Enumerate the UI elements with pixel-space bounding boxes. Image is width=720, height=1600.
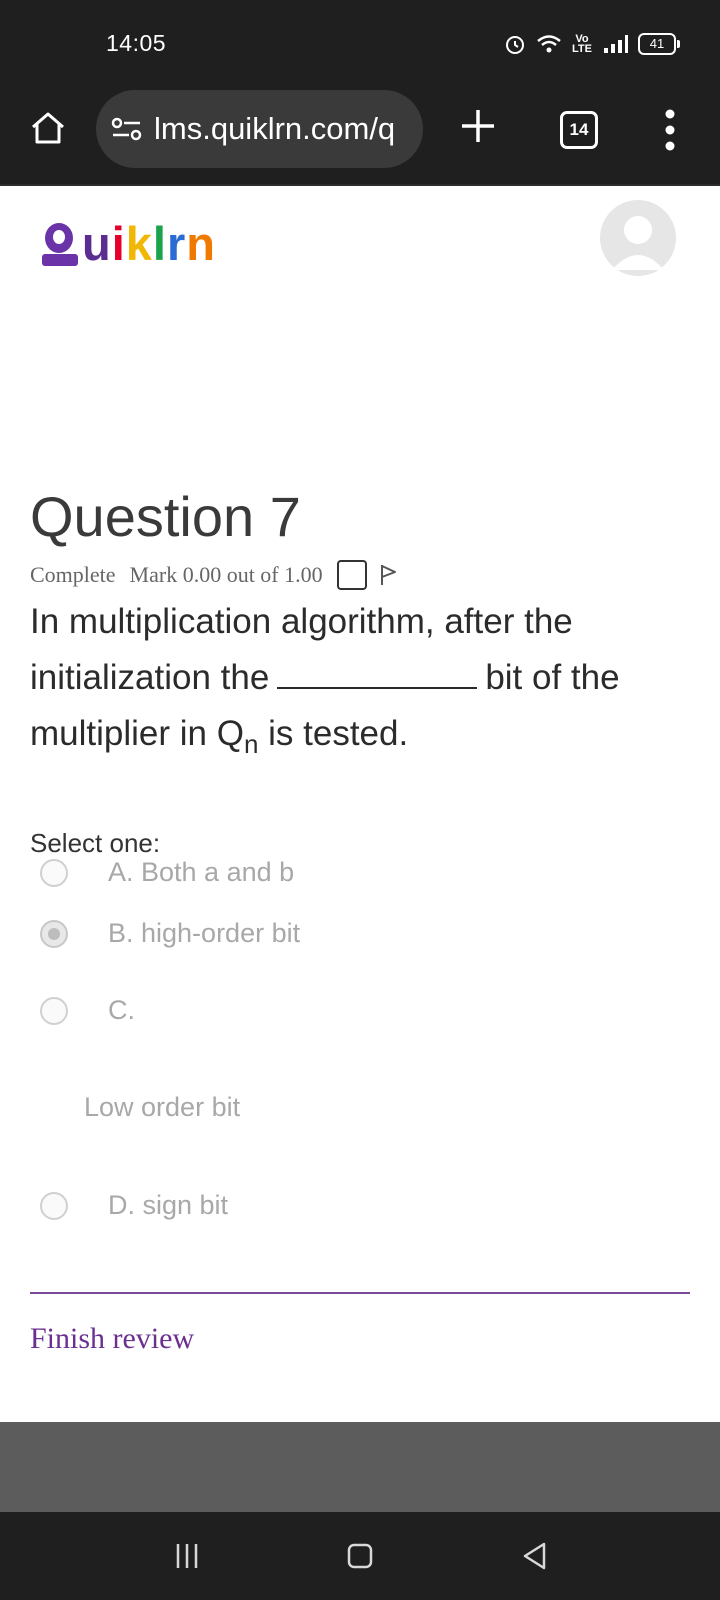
option-b[interactable]: B. high-order bit (40, 918, 300, 949)
more-menu-icon[interactable] (662, 108, 678, 152)
option-a-label: A. Both a and b (108, 857, 295, 887)
logo-letter: k (125, 217, 153, 270)
flag-question-checkbox[interactable] (336, 560, 367, 590)
page-footer-band (0, 1422, 720, 1512)
question-title: Question 7 (30, 485, 301, 548)
user-icon (612, 216, 664, 270)
recent-apps-icon[interactable] (174, 1540, 200, 1572)
option-d-label: D. sign bit (108, 1190, 229, 1220)
wifi-icon (537, 35, 561, 53)
option-c-label: C. (108, 995, 135, 1025)
logo-letter: l (152, 217, 167, 270)
finish-review-link[interactable]: Finish review (30, 1322, 194, 1356)
home-nav-icon[interactable] (346, 1540, 374, 1572)
flag-icon[interactable] (377, 563, 399, 587)
site-settings-icon[interactable] (110, 114, 144, 144)
logo-letter: n (186, 217, 216, 270)
browser-toolbar: lms.quiklrn.com/q 14 (0, 88, 720, 186)
answer-blank (277, 655, 478, 689)
option-c-radio[interactable] (40, 996, 68, 1025)
logo-letter: i (111, 217, 126, 270)
url-text: lms.quiklrn.com/q (154, 111, 396, 146)
option-a-radio[interactable] (40, 858, 68, 887)
battery-indicator: 41 (638, 33, 680, 55)
site-logo[interactable]: uiklrn (40, 212, 216, 268)
option-c-text: Low order bit (84, 1092, 241, 1122)
system-nav-bar (0, 1512, 720, 1600)
logo-q-mark (42, 223, 78, 266)
status-time: 14:05 (106, 30, 167, 56)
option-b-label: B. high-order bit (108, 918, 301, 948)
question-status: Complete (30, 562, 116, 587)
status-icons: Vo LTE 41 (504, 33, 680, 55)
option-d-radio[interactable] (40, 1191, 68, 1220)
home-icon[interactable] (28, 108, 68, 148)
status-bar: 14:05 Vo LTE 41 (0, 0, 720, 88)
logo-letter: u (82, 217, 112, 270)
option-c[interactable]: C. (40, 995, 135, 1026)
select-one-label: Select one: (30, 828, 161, 858)
tab-switcher-button[interactable]: 14 (560, 111, 598, 149)
user-avatar[interactable] (600, 200, 676, 276)
question-mark: Mark 0.00 out of 1.00 (129, 562, 323, 587)
volte-indicator: Vo LTE (572, 33, 592, 55)
alarm-icon (506, 36, 525, 54)
logo-letter: r (166, 217, 187, 270)
address-bar[interactable]: lms.quiklrn.com/q (96, 90, 423, 168)
option-d[interactable]: D. sign bit (40, 1190, 228, 1221)
new-tab-icon[interactable] (458, 106, 498, 146)
signal-icon (604, 35, 628, 53)
back-icon[interactable] (520, 1540, 548, 1572)
option-a[interactable]: A. Both a and b (40, 857, 294, 888)
logo-wordmark: uiklrn (82, 220, 216, 268)
question-info: Complete Mark 0.00 out of 1.00 (30, 560, 399, 590)
option-b-radio[interactable] (40, 919, 68, 948)
divider (30, 1292, 690, 1294)
question-text: In multiplication algorithm, after the i… (30, 602, 620, 759)
